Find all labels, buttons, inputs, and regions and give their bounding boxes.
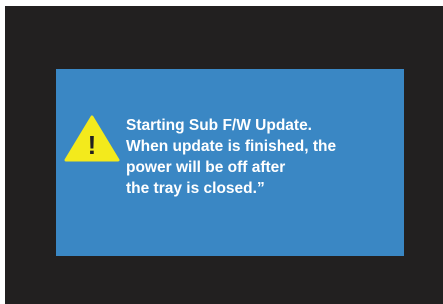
warning-mark: ! [88, 130, 97, 160]
message-line-1: Starting Sub F/W Update. [126, 117, 312, 134]
update-message: Starting Sub F/W Update. When update is … [126, 115, 396, 199]
message-line-3: power will be off after [126, 159, 286, 176]
message-line-4: the tray is closed.” [126, 180, 265, 197]
message-line-2: When update is finished, the [126, 138, 337, 155]
tv-screen: ! Starting Sub F/W Update. When update i… [5, 6, 443, 304]
warning-icon: ! [64, 115, 120, 162]
update-notice-dialog: ! Starting Sub F/W Update. When update i… [56, 69, 404, 256]
